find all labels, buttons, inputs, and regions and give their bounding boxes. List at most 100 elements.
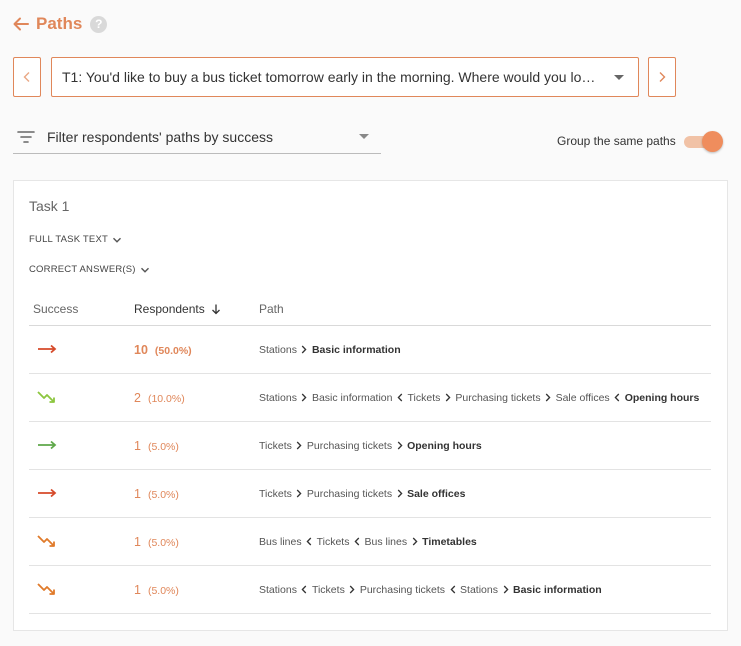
respondents-count: 2	[134, 390, 141, 405]
respondents-percent: (50.0%)	[154, 344, 192, 357]
path-step-final: Opening hours	[624, 391, 700, 404]
chevron-right-icon	[443, 393, 452, 403]
previous-task-button[interactable]	[13, 57, 41, 97]
sort-desc-icon	[210, 303, 222, 315]
path-step-final: Opening hours	[407, 439, 482, 452]
direct-success-icon	[37, 438, 59, 452]
chevron-left-icon	[305, 537, 314, 547]
table-row[interactable]: 1 (5.0%) Stations Tickets Purchasing tickets…	[29, 566, 711, 614]
path-step-final: Basic information	[513, 583, 602, 596]
path-step: Purchasing tickets	[359, 583, 446, 596]
paths-table-body: 10 (50.0%) Stations Basic information 2 (10.0…	[29, 326, 711, 614]
respondents-cell: 1 (5.0%)	[134, 487, 179, 501]
respondents-count: 10	[134, 342, 148, 357]
chevron-right-icon	[544, 393, 553, 403]
task-card: Task 1 FULL TASK TEXT CORRECT ANSWER(S) …	[13, 180, 728, 631]
path-cell: Stations Basic information	[259, 344, 401, 356]
header: Paths ?	[12, 12, 108, 36]
path-step: Tickets	[259, 439, 292, 452]
path-cell: Stations Tickets Purchasing tickets Station…	[259, 584, 602, 596]
path-step: Sale offices	[555, 391, 610, 404]
path-step: Purchasing tickets	[306, 439, 393, 452]
paths-table-header: Success Respondents Path	[29, 292, 711, 326]
chevron-left-icon	[396, 393, 405, 403]
respondents-count: 1	[134, 486, 141, 501]
path-step: Bus lines	[364, 535, 408, 548]
caret-down-icon	[614, 74, 624, 80]
column-header-respondents-label: Respondents	[134, 301, 205, 316]
help-icon[interactable]: ?	[90, 15, 108, 33]
respondents-percent: (5.0%)	[147, 584, 179, 597]
path-step: Stations	[259, 343, 297, 356]
chevron-right-icon	[410, 537, 419, 547]
respondents-cell: 1 (5.0%)	[134, 535, 179, 549]
path-step: Stations	[259, 583, 297, 596]
group-paths-label: Group the same paths	[557, 134, 676, 148]
path-step: Tickets	[259, 487, 292, 500]
respondents-cell: 10 (50.0%)	[134, 343, 192, 357]
filter-label: Filter respondents' paths by success	[47, 128, 274, 145]
column-header-respondents[interactable]: Respondents	[134, 302, 222, 316]
page-title: Paths	[36, 14, 83, 33]
respondents-count: 1	[134, 438, 141, 453]
caret-down-icon	[359, 134, 369, 139]
path-step-final: Basic information	[311, 343, 401, 356]
chevron-right-icon	[295, 441, 304, 451]
path-step: Stations	[259, 391, 297, 404]
table-row[interactable]: 10 (50.0%) Stations Basic information	[29, 326, 711, 374]
respondents-percent: (5.0%)	[147, 536, 179, 549]
path-step: Stations	[460, 583, 498, 596]
task-select-value: T1: You'd like to buy a bus ticket tomor…	[62, 69, 602, 85]
path-step: Purchasing tickets	[306, 487, 393, 500]
respondents-cell: 2 (10.0%)	[134, 391, 185, 405]
column-header-path: Path	[259, 301, 284, 316]
chevron-right-icon	[300, 345, 309, 355]
task-select[interactable]: T1: You'd like to buy a bus ticket tomor…	[51, 57, 639, 97]
next-task-button[interactable]	[648, 57, 676, 97]
chevron-right-icon	[300, 393, 309, 403]
group-paths-toggle[interactable]	[683, 130, 724, 152]
chevron-down-icon	[140, 265, 150, 275]
chevron-right-icon	[658, 71, 666, 83]
task-title: Task 1	[29, 198, 70, 214]
arrow-left-icon[interactable]	[12, 15, 30, 33]
toggle-knob[interactable]	[701, 131, 723, 152]
full-task-text-toggle[interactable]: FULL TASK TEXT	[29, 234, 122, 245]
path-step: Tickets	[316, 535, 350, 548]
correct-answers-toggle[interactable]: CORRECT ANSWER(S)	[29, 264, 150, 275]
path-step: Tickets	[407, 391, 441, 404]
respondents-cell: 1 (5.0%)	[134, 439, 179, 453]
table-row[interactable]: 1 (5.0%) Tickets Purchasing tickets Sale off…	[29, 470, 711, 518]
path-cell: Tickets Purchasing tickets Opening hours	[259, 440, 482, 452]
path-cell: Stations Basic information Tickets Purchasi…	[259, 392, 699, 404]
table-row[interactable]: 1 (5.0%) Bus lines Tickets Bus lines Timetabl…	[29, 518, 711, 566]
path-step-final: Timetables	[422, 535, 477, 548]
path-step: Tickets	[311, 583, 345, 596]
respondents-percent: (5.0%)	[147, 440, 179, 453]
table-row[interactable]: 2 (10.0%) Stations Basic information Tickets…	[29, 374, 711, 422]
chevron-right-icon	[395, 441, 404, 451]
chevron-right-icon	[501, 585, 510, 595]
chevron-left-icon	[23, 71, 31, 83]
chevron-left-icon	[448, 585, 457, 595]
respondents-percent: (10.0%)	[147, 392, 185, 405]
correct-answers-label: CORRECT ANSWER(S)	[29, 264, 136, 275]
indirect-success-icon	[37, 390, 59, 404]
respondents-percent: (5.0%)	[147, 488, 179, 501]
chevron-down-icon	[112, 235, 122, 245]
success-filter-select[interactable]: Filter respondents' paths by success	[13, 120, 381, 154]
table-row[interactable]: 1 (5.0%) Tickets Purchasing tickets Opening …	[29, 422, 711, 470]
path-step: Purchasing tickets	[455, 391, 541, 404]
column-header-success: Success	[33, 301, 79, 316]
indirect-fail-icon	[37, 582, 59, 596]
indirect-fail-icon	[37, 534, 59, 548]
path-step-final: Sale offices	[407, 487, 466, 500]
chevron-right-icon	[395, 489, 404, 499]
path-cell: Bus lines Tickets Bus lines Timetables	[259, 536, 477, 548]
path-cell: Tickets Purchasing tickets Sale offices	[259, 488, 465, 500]
chevron-right-icon	[348, 585, 357, 595]
chevron-left-icon	[613, 393, 622, 403]
respondents-count: 1	[134, 582, 141, 597]
full-task-text-label: FULL TASK TEXT	[29, 234, 108, 245]
direct-fail-icon	[37, 342, 59, 356]
